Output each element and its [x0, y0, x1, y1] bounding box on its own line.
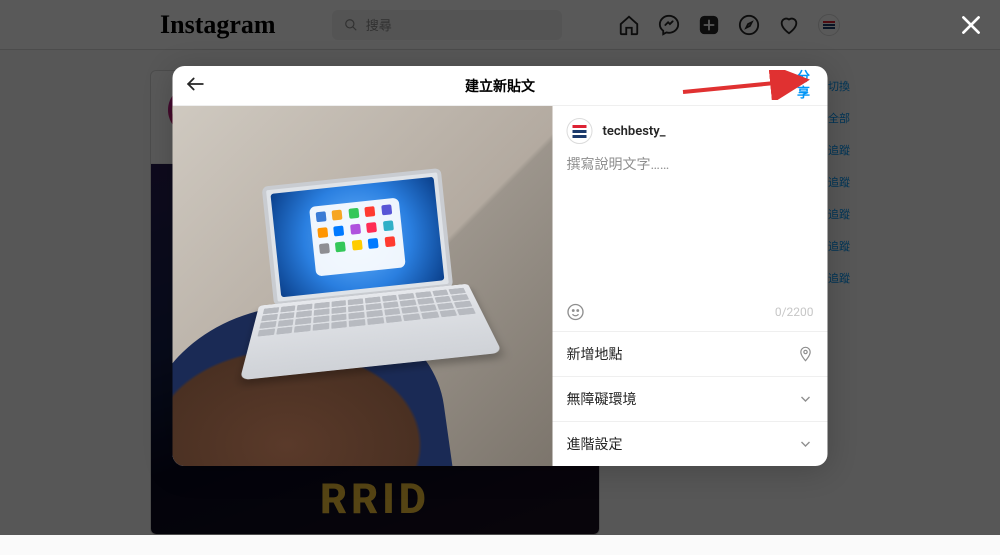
author-avatar-icon — [567, 118, 593, 144]
advanced-settings-row[interactable]: 進階設定 — [553, 422, 828, 466]
accessibility-label: 無障礙環境 — [567, 389, 637, 409]
add-location-row[interactable]: 新增地點 — [553, 332, 828, 377]
form-column: techbesty_ 0/2200 新增地點 無障礙環境 進階設定 — [553, 106, 828, 466]
modal-header: 建立新貼文 分享 — [173, 66, 828, 106]
modal-title: 建立新貼文 — [465, 76, 535, 96]
close-icon[interactable] — [958, 12, 984, 42]
author-username: techbesty_ — [603, 124, 666, 139]
caption-footer: 0/2200 — [553, 297, 828, 332]
image-preview[interactable] — [173, 106, 553, 466]
chevron-down-icon — [798, 436, 814, 452]
advanced-label: 進階設定 — [567, 434, 623, 454]
char-counter: 0/2200 — [775, 305, 814, 319]
caption-input[interactable] — [567, 154, 814, 293]
accessibility-row[interactable]: 無障礙環境 — [553, 377, 828, 422]
chevron-down-icon — [798, 391, 814, 407]
emoji-icon[interactable] — [567, 303, 585, 321]
share-button[interactable]: 分享 — [794, 70, 814, 102]
author-row: techbesty_ — [553, 106, 828, 150]
back-button[interactable] — [185, 73, 207, 99]
add-location-label: 新增地點 — [567, 344, 623, 364]
location-pin-icon — [798, 346, 814, 362]
create-post-modal: 建立新貼文 分享 — [173, 66, 828, 466]
